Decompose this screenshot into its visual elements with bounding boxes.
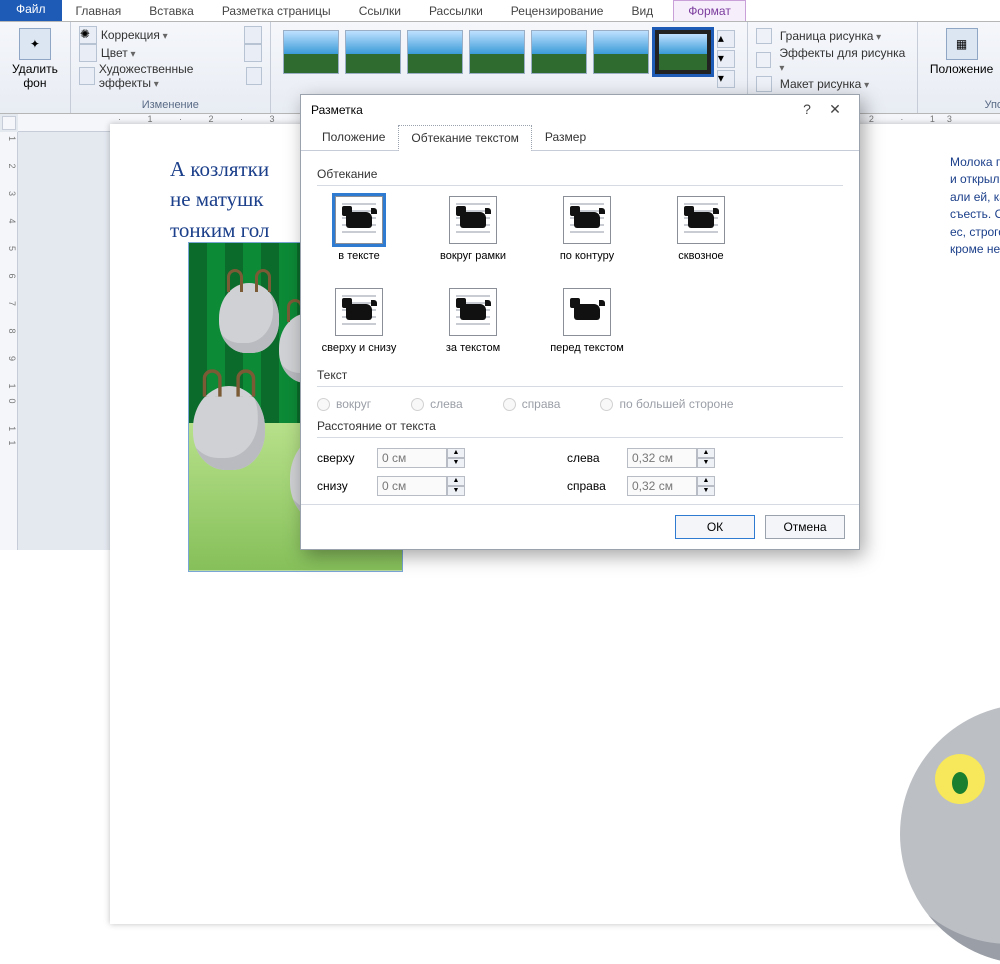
change-picture-icon[interactable] (244, 44, 262, 62)
tab-insert[interactable]: Вставка (135, 1, 208, 21)
wrap-options: в тексте вокруг рамки по контуру сквозно… (317, 196, 843, 354)
group-arrange-title: Упоря (926, 97, 1000, 111)
picture-effects-button[interactable]: Эффекты для рисунка (779, 46, 908, 74)
gallery-more-icon[interactable]: ▾ (717, 70, 735, 88)
illustration-goat (219, 283, 279, 353)
dialog-tab-wrap[interactable]: Обтекание текстом (398, 125, 531, 151)
cancel-button[interactable]: Отмена (765, 515, 845, 539)
illustration-goat (193, 386, 265, 470)
radio-left[interactable]: слева (411, 397, 463, 411)
dist-bottom-label: снизу (317, 479, 377, 493)
style-thumb-4[interactable] (469, 30, 525, 74)
divider (317, 437, 843, 438)
compress-icon[interactable] (244, 26, 262, 44)
close-button[interactable]: ✕ (821, 101, 849, 118)
dialog-title: Разметка (311, 103, 363, 117)
tab-pagelayout[interactable]: Разметка страницы (208, 1, 345, 21)
section-distance-label: Расстояние от текста (317, 419, 843, 433)
picture-layout-icon (756, 76, 772, 92)
dialog-titlebar[interactable]: Разметка ? ✕ (301, 95, 859, 124)
illustration-cat (900, 704, 1000, 964)
divider (317, 185, 843, 186)
picture-layout-button[interactable]: Макет рисунка (780, 77, 869, 91)
dialog-tab-position[interactable]: Положение (309, 124, 398, 150)
dist-top-label: сверху (317, 451, 377, 465)
tab-file[interactable]: Файл (0, 0, 62, 21)
dist-top-input[interactable]: ▲▼ (377, 448, 487, 468)
divider (317, 386, 843, 387)
remove-background-button[interactable]: ✦ Удалить фон (8, 26, 62, 92)
dialog-tab-size[interactable]: Размер (532, 124, 599, 150)
tab-mailings[interactable]: Рассылки (415, 1, 497, 21)
dialog-footer: ОК Отмена (301, 504, 859, 549)
tab-review[interactable]: Рецензирование (497, 1, 618, 21)
group-adjust-title: Изменение (79, 97, 262, 111)
tab-view[interactable]: Вид (617, 1, 667, 21)
tab-format[interactable]: Формат (673, 0, 746, 21)
section-wrap-label: Обтекание (317, 167, 843, 181)
corrections-button[interactable]: Коррекция (101, 28, 168, 42)
picture-effects-icon (756, 52, 772, 68)
position-label: Положение (930, 62, 993, 76)
tab-home[interactable]: Главная (62, 1, 136, 21)
style-thumb-2[interactable] (345, 30, 401, 74)
gallery-up-icon[interactable]: ▴ (717, 30, 735, 48)
ok-button[interactable]: ОК (675, 515, 755, 539)
dist-right-input[interactable]: ▲▼ (627, 476, 737, 496)
distance-grid: сверху ▲▼ слева ▲▼ снизу ▲▼ справа ▲▼ (317, 448, 843, 496)
wrap-topbottom[interactable]: сверху и снизу (317, 288, 401, 354)
remove-background-label: Удалить фон (12, 62, 58, 90)
wrap-inline[interactable]: в тексте (317, 196, 401, 262)
remove-background-icon: ✦ (19, 28, 51, 60)
position-icon: ▦ (946, 28, 978, 60)
vertical-ruler[interactable]: 1 2 3 4 5 6 7 8 9 10 11 (0, 132, 18, 550)
dist-bottom-input[interactable]: ▲▼ (377, 476, 487, 496)
color-button[interactable]: Цвет (101, 46, 136, 60)
picture-border-icon (756, 28, 772, 44)
radio-largest[interactable]: по большей стороне (600, 397, 733, 411)
color-icon (79, 44, 97, 62)
picture-styles-gallery[interactable]: ▴ ▾ ▾ (279, 26, 739, 92)
dialog-body: Обтекание в тексте вокруг рамки по конту… (301, 151, 859, 504)
position-button[interactable]: ▦ Положение (926, 26, 997, 92)
ruler-corner (2, 116, 16, 130)
artistic-effects-icon (79, 67, 95, 85)
gallery-down-icon[interactable]: ▾ (717, 50, 735, 68)
radio-right[interactable]: справа (503, 397, 561, 411)
wrap-through[interactable]: сквозное (659, 196, 743, 262)
corrections-icon: ✺ (79, 26, 97, 44)
style-thumb-7[interactable] (655, 30, 711, 74)
layout-dialog: Разметка ? ✕ Положение Обтекание текстом… (300, 94, 860, 550)
group-removebg: ✦ Удалить фон (0, 22, 71, 113)
wrap-front[interactable]: перед текстом (545, 288, 629, 354)
style-thumb-6[interactable] (593, 30, 649, 74)
doc-right-text: Молока прине и открыли дверь, али ей, ка… (950, 154, 1000, 258)
help-button[interactable]: ? (793, 101, 821, 118)
tab-references[interactable]: Ссылки (345, 1, 415, 21)
wrap-tight[interactable]: по контуру (545, 196, 629, 262)
wrap-square[interactable]: вокруг рамки (431, 196, 515, 262)
style-thumb-1[interactable] (283, 30, 339, 74)
dist-right-label: справа (567, 479, 627, 493)
group-adjust: ✺ Коррекция Цвет Художественные эффекты И… (71, 22, 271, 113)
group-arrange: ▦ Положение ◧ Обтекание текстом Упоря (918, 22, 1000, 113)
artistic-effects-button[interactable]: Художественные эффекты (99, 62, 238, 90)
style-thumb-5[interactable] (531, 30, 587, 74)
wrap-behind[interactable]: за текстом (431, 288, 515, 354)
tab-strip: Файл Главная Вставка Разметка страницы С… (0, 0, 1000, 22)
radio-around[interactable]: вокруг (317, 397, 371, 411)
dist-left-label: слева (567, 451, 627, 465)
picture-border-button[interactable]: Граница рисунка (780, 29, 881, 43)
section-text-label: Текст (317, 368, 843, 382)
dialog-tabs: Положение Обтекание текстом Размер (301, 124, 859, 151)
text-side-radios: вокруг слева справа по большей стороне (317, 397, 843, 411)
style-thumb-3[interactable] (407, 30, 463, 74)
dist-left-input[interactable]: ▲▼ (627, 448, 737, 468)
reset-picture-icon[interactable] (246, 67, 262, 85)
